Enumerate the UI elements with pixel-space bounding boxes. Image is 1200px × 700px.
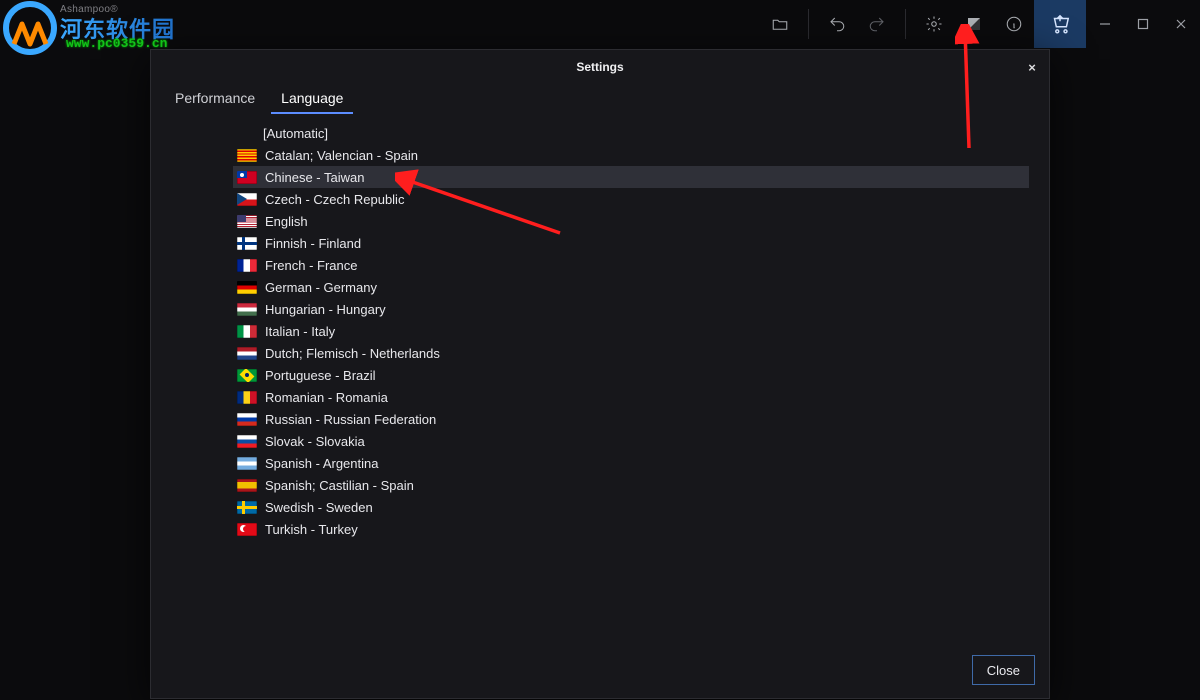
divider bbox=[905, 9, 906, 39]
language-label: Spanish - Argentina bbox=[265, 456, 378, 471]
info-button[interactable] bbox=[994, 0, 1034, 48]
cart-icon bbox=[1049, 13, 1071, 35]
close-x-icon: × bbox=[1028, 60, 1036, 75]
settings-dialog: Settings × Performance Language [Automat… bbox=[150, 49, 1050, 699]
maximize-icon bbox=[1137, 18, 1149, 30]
dialog-header: Settings × bbox=[151, 50, 1049, 84]
language-item[interactable]: Hungarian - Hungary bbox=[233, 298, 1029, 320]
tab-language[interactable]: Language bbox=[271, 86, 353, 114]
flag-icon bbox=[237, 303, 257, 316]
cart-button[interactable] bbox=[1034, 0, 1086, 48]
flag-icon bbox=[237, 501, 257, 514]
flag-icon bbox=[237, 413, 257, 426]
flag-icon bbox=[237, 457, 257, 470]
gear-icon bbox=[925, 15, 943, 33]
language-item[interactable]: Slovak - Slovakia bbox=[233, 430, 1029, 452]
flag-icon bbox=[237, 171, 257, 184]
dialog-footer: Close bbox=[151, 642, 1049, 698]
flag-icon bbox=[237, 237, 257, 250]
language-label: Chinese - Taiwan bbox=[265, 170, 364, 185]
language-item[interactable]: Chinese - Taiwan bbox=[233, 166, 1029, 188]
language-item[interactable]: Italian - Italy bbox=[233, 320, 1029, 342]
language-label: Catalan; Valencian - Spain bbox=[265, 148, 418, 163]
language-item[interactable]: English bbox=[233, 210, 1029, 232]
dialog-title: Settings bbox=[576, 60, 623, 74]
flag-icon bbox=[237, 325, 257, 338]
flag-icon bbox=[237, 259, 257, 272]
language-item[interactable]: Russian - Russian Federation bbox=[233, 408, 1029, 430]
flag-icon bbox=[237, 523, 257, 536]
close-button[interactable]: Close bbox=[972, 655, 1035, 685]
language-label: German - Germany bbox=[265, 280, 377, 295]
language-label: French - France bbox=[265, 258, 357, 273]
undo-icon bbox=[828, 15, 846, 33]
theme-button[interactable] bbox=[954, 0, 994, 48]
language-item[interactable]: Romanian - Romania bbox=[233, 386, 1029, 408]
language-label: Spanish; Castilian - Spain bbox=[265, 478, 414, 493]
language-item-automatic[interactable]: [Automatic] bbox=[233, 122, 1029, 144]
language-label: Italian - Italy bbox=[265, 324, 335, 339]
settings-button[interactable] bbox=[914, 0, 954, 48]
language-item[interactable]: French - France bbox=[233, 254, 1029, 276]
language-item[interactable]: Catalan; Valencian - Spain bbox=[233, 144, 1029, 166]
language-list: [Automatic] Catalan; Valencian - Spain Ch… bbox=[233, 122, 1029, 540]
flag-icon bbox=[237, 281, 257, 294]
language-item[interactable]: Finnish - Finland bbox=[233, 232, 1029, 254]
language-label: Finnish - Finland bbox=[265, 236, 361, 251]
flag-icon bbox=[237, 347, 257, 360]
language-label: Hungarian - Hungary bbox=[265, 302, 386, 317]
redo-button[interactable] bbox=[857, 0, 897, 48]
window-maximize-button[interactable] bbox=[1124, 0, 1162, 48]
window-close-button[interactable] bbox=[1162, 0, 1200, 48]
flag-icon bbox=[237, 435, 257, 448]
app-topbar: Ashampoo® bbox=[0, 0, 1200, 48]
language-label: Turkish - Turkey bbox=[265, 522, 358, 537]
language-label: Russian - Russian Federation bbox=[265, 412, 436, 427]
language-label: Dutch; Flemisch - Netherlands bbox=[265, 346, 440, 361]
language-label: Czech - Czech Republic bbox=[265, 192, 404, 207]
language-item[interactable]: Spanish - Argentina bbox=[233, 452, 1029, 474]
flag-icon bbox=[237, 479, 257, 492]
language-label: English bbox=[265, 214, 308, 229]
flag-icon bbox=[237, 149, 257, 162]
flag-icon bbox=[237, 369, 257, 382]
language-item[interactable]: Swedish - Sweden bbox=[233, 496, 1029, 518]
folder-icon bbox=[771, 15, 789, 33]
language-label: Romanian - Romania bbox=[265, 390, 388, 405]
language-label: Portuguese - Brazil bbox=[265, 368, 376, 383]
language-label: Slovak - Slovakia bbox=[265, 434, 365, 449]
flag-icon bbox=[237, 215, 257, 228]
minimize-icon bbox=[1099, 18, 1111, 30]
undo-button[interactable] bbox=[817, 0, 857, 48]
flag-icon bbox=[237, 391, 257, 404]
language-item[interactable]: Portuguese - Brazil bbox=[233, 364, 1029, 386]
window-minimize-button[interactable] bbox=[1086, 0, 1124, 48]
language-item[interactable]: Dutch; Flemisch - Netherlands bbox=[233, 342, 1029, 364]
dialog-close-button[interactable]: × bbox=[1015, 50, 1049, 84]
redo-icon bbox=[868, 15, 886, 33]
tab-performance[interactable]: Performance bbox=[165, 86, 265, 114]
dialog-body: [Automatic] Catalan; Valencian - Spain Ch… bbox=[151, 114, 1049, 642]
language-item[interactable]: Spanish; Castilian - Spain bbox=[233, 474, 1029, 496]
divider bbox=[808, 9, 809, 39]
open-folder-button[interactable] bbox=[760, 0, 800, 48]
dialog-tabs: Performance Language bbox=[151, 84, 1049, 114]
language-label: Swedish - Sweden bbox=[265, 500, 373, 515]
language-item[interactable]: German - Germany bbox=[233, 276, 1029, 298]
language-item[interactable]: Czech - Czech Republic bbox=[233, 188, 1029, 210]
close-icon bbox=[1175, 18, 1187, 30]
language-label: [Automatic] bbox=[263, 126, 328, 141]
info-icon bbox=[1005, 15, 1023, 33]
brand-label: Ashampoo® bbox=[60, 4, 118, 15]
flag-icon bbox=[237, 193, 257, 206]
theme-icon bbox=[965, 15, 983, 33]
language-item[interactable]: Turkish - Turkey bbox=[233, 518, 1029, 540]
